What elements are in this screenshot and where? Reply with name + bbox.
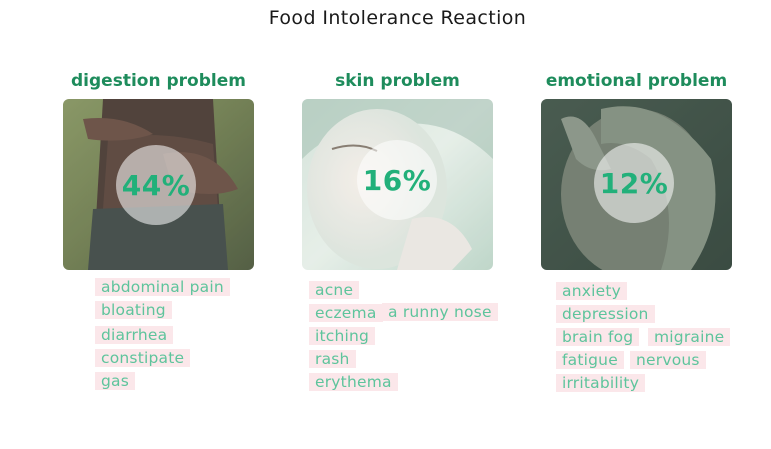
skin-heading: skin problem <box>335 71 460 91</box>
skin-percent-badge: 16% <box>357 140 437 220</box>
symptom-tag: brain fog <box>556 328 640 346</box>
symptom-tag: anxiety <box>556 282 627 300</box>
symptom-tag: a runny nose <box>382 303 498 321</box>
symptom-tag: itching <box>309 327 376 345</box>
skin-card: skin problem 16% acne eczema a runny nos… <box>302 70 498 391</box>
digestion-percent-badge: 44% <box>116 145 196 225</box>
symptom-tag: eczema <box>309 304 383 322</box>
digestion-heading: digestion problem <box>71 71 246 91</box>
symptom-tag: depression <box>556 305 655 323</box>
symptom-tag: rash <box>309 350 356 368</box>
emotional-percent: 12% <box>599 166 669 200</box>
digestion-photo: 44% <box>63 99 254 270</box>
emotional-percent-badge: 12% <box>594 143 674 223</box>
symptom-tag: nervous <box>630 351 706 369</box>
symptom-tag: migraine <box>648 328 731 346</box>
symptom-tag: constipate <box>95 349 191 367</box>
symptom-tag: gas <box>95 372 136 390</box>
symptom-tag: diarrhea <box>95 326 174 344</box>
symptom-tag: acne <box>309 281 360 299</box>
skin-photo: 16% <box>302 99 493 270</box>
emotional-photo: 12% <box>541 99 732 270</box>
symptom-tag: bloating <box>95 301 172 319</box>
symptom-tag: irritability <box>556 374 646 392</box>
digestion-card: digestion problem 44% abdominal pain blo… <box>63 70 254 390</box>
emotional-heading: emotional problem <box>545 71 728 91</box>
page-title: Food Intolerance Reaction <box>268 7 527 29</box>
skin-percent: 16% <box>362 163 432 197</box>
digestion-percent: 44% <box>121 168 191 202</box>
emotional-card: emotional problem 12% anxiety depression… <box>541 70 732 392</box>
symptom-tag: abdominal pain <box>95 278 230 296</box>
symptom-tag: erythema <box>309 373 398 391</box>
symptom-tag: fatigue <box>556 351 624 369</box>
